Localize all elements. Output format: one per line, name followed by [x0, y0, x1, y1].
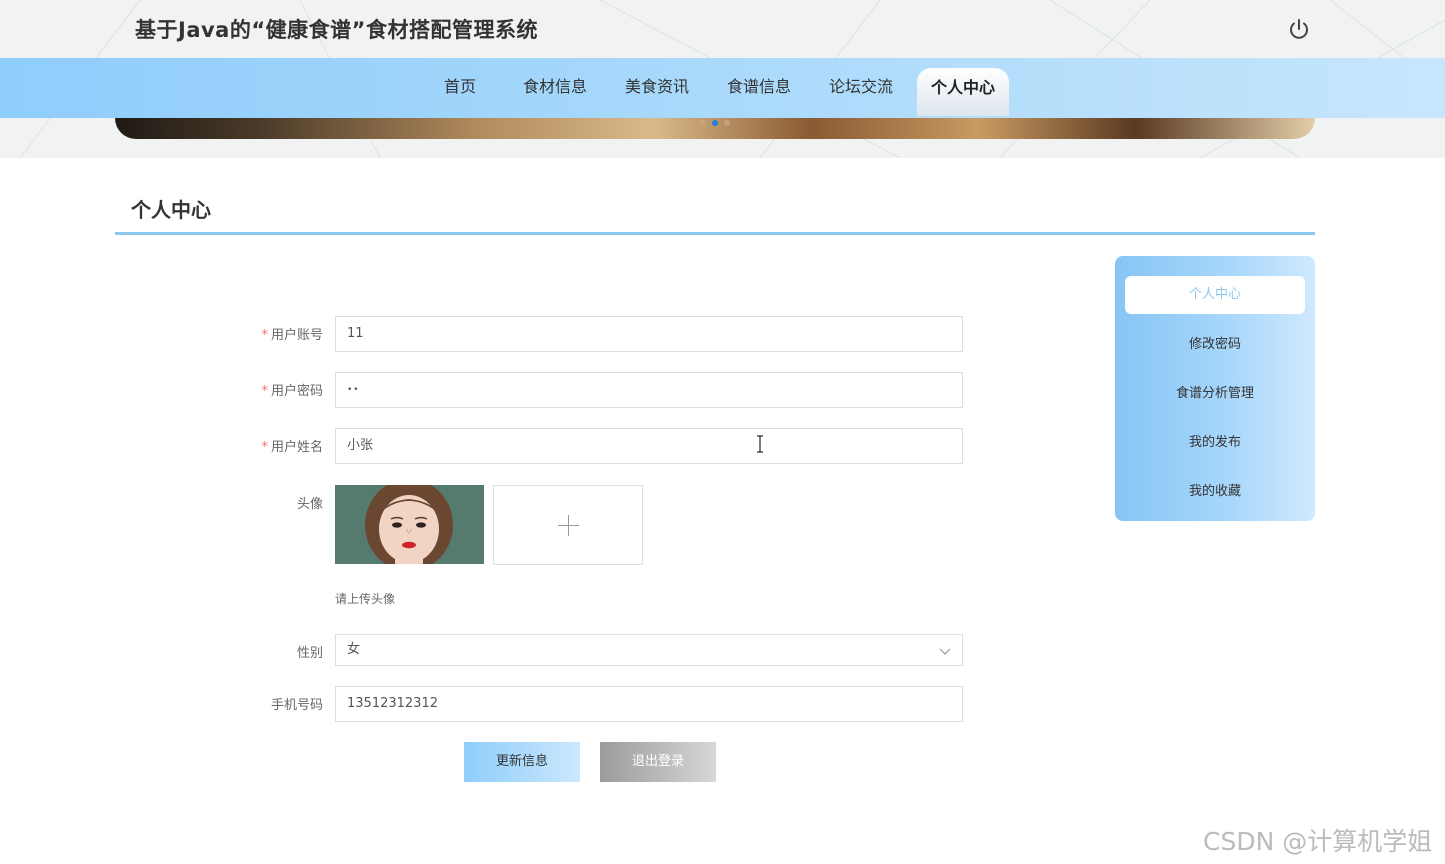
nav-item-food-news[interactable]: 美食资讯	[617, 58, 697, 118]
sidebar-item-change-password[interactable]: 修改密码	[1125, 326, 1305, 364]
phone-label: 手机号码	[270, 698, 323, 713]
nav-item-recipes[interactable]: 食谱信息	[719, 58, 799, 118]
carousel-dot[interactable]	[700, 120, 706, 126]
sidebar-item-personal-center[interactable]: 个人中心	[1125, 276, 1305, 314]
carousel-dot[interactable]	[724, 120, 730, 126]
required-marker: *	[261, 440, 268, 455]
password-label: * 用户密码	[261, 384, 323, 399]
name-label: * 用户姓名	[261, 440, 323, 455]
account-label: * 用户账号	[261, 328, 323, 343]
nav-item-home[interactable]: 首页	[436, 58, 484, 118]
personal-sidebar: 个人中心 修改密码 食谱分析管理 我的发布 我的收藏	[1115, 256, 1315, 521]
sidebar-item-my-posts[interactable]: 我的发布	[1125, 424, 1305, 462]
nav-item-forum[interactable]: 论坛交流	[821, 58, 901, 118]
gender-label: 性别	[296, 646, 323, 661]
nav-item-personal-center[interactable]: 个人中心	[917, 68, 1009, 116]
text-cursor-icon	[757, 435, 763, 453]
page-title: 个人中心	[131, 198, 211, 222]
watermark: CSDN @计算机学姐	[1203, 827, 1433, 856]
password-input[interactable]: ••	[335, 372, 963, 408]
gender-select[interactable]: 女	[335, 634, 963, 666]
avatar-image[interactable]	[335, 485, 484, 564]
required-marker: *	[261, 328, 268, 343]
required-marker: *	[261, 384, 268, 399]
phone-input[interactable]: 13512312312	[335, 686, 963, 722]
avatar-upload-button[interactable]	[493, 485, 643, 565]
power-icon[interactable]	[1286, 16, 1312, 42]
sidebar-item-recipe-analysis[interactable]: 食谱分析管理	[1125, 375, 1305, 413]
avatar-label: 头像	[296, 497, 323, 512]
update-info-button[interactable]: 更新信息	[464, 742, 580, 782]
chevron-down-icon[interactable]	[938, 644, 952, 658]
main-nav: 首页 食材信息 美食资讯 食谱信息 论坛交流 个人中心	[0, 58, 1445, 118]
nav-item-ingredients[interactable]: 食材信息	[515, 58, 595, 118]
sidebar-item-my-favorites[interactable]: 我的收藏	[1125, 473, 1305, 511]
account-input[interactable]: 11	[335, 316, 963, 352]
logout-button[interactable]: 退出登录	[600, 742, 716, 782]
carousel-dot-active[interactable]	[712, 120, 718, 126]
avatar-upload-hint: 请上传头像	[335, 592, 396, 606]
site-title: 基于Java的“健康食谱”食材搭配管理系统	[135, 18, 538, 42]
name-input[interactable]: 小张	[335, 428, 963, 464]
title-divider	[115, 232, 1315, 235]
